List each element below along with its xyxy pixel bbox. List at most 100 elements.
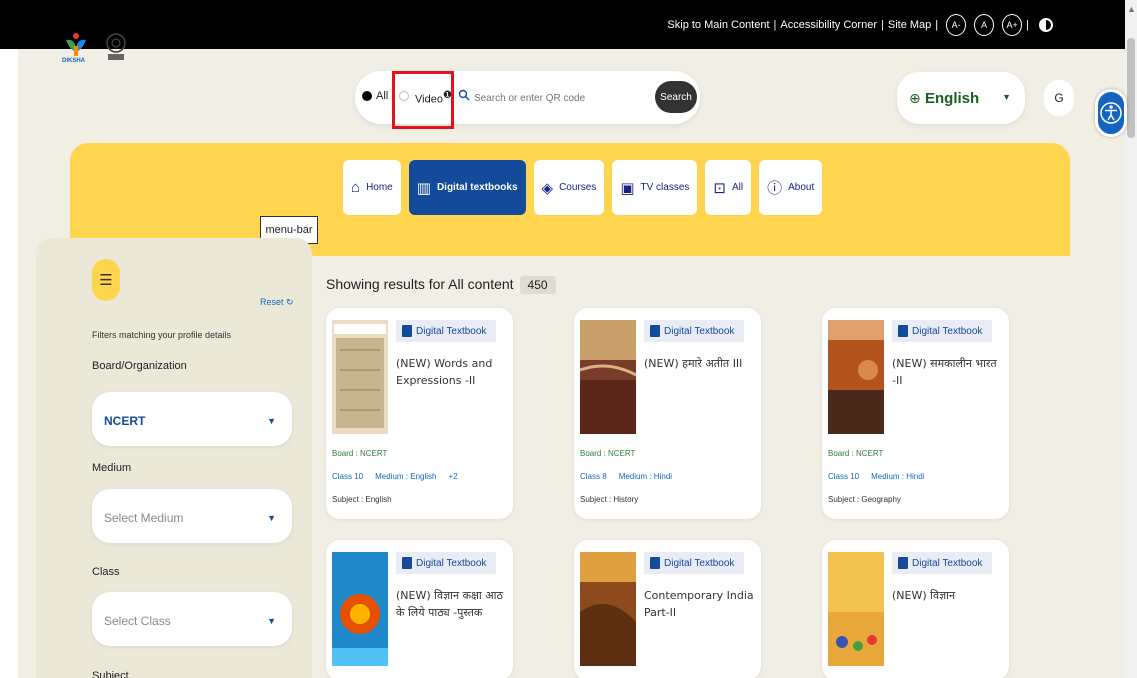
book-cover-image xyxy=(332,320,388,434)
medium-label: Medium xyxy=(92,462,132,474)
card-subject: Subject : Geography xyxy=(828,495,901,504)
tab-home-label: Home xyxy=(366,182,393,193)
all-radio-label[interactable]: All xyxy=(376,90,388,102)
font-reset-button[interactable]: A xyxy=(974,14,995,36)
reset-filters-link[interactable]: Reset ↻ xyxy=(260,297,294,308)
scroll-up-arrow-icon[interactable]: ▲ xyxy=(1127,4,1136,14)
class-select[interactable]: Select Class ▼ xyxy=(92,592,292,646)
book-icon xyxy=(402,325,412,337)
font-increase-button[interactable]: A+ xyxy=(1002,14,1023,36)
tab-tv-classes-label: TV classes xyxy=(640,182,690,193)
content-card[interactable]: Digital Textbook (NEW) विज्ञान xyxy=(822,540,1009,678)
diksha-logo[interactable]: DIKSHA xyxy=(62,30,142,71)
tag-label: Digital Textbook xyxy=(912,325,983,337)
filter-panel: ☰ Reset ↻ Filters matching your profile … xyxy=(36,238,312,678)
class-select-value: Select Class xyxy=(104,614,171,628)
reset-label[interactable]: Reset xyxy=(260,297,284,307)
tab-courses-label: Courses xyxy=(559,182,597,193)
language-label: English xyxy=(925,90,980,107)
book-icon xyxy=(650,557,660,569)
reset-icon[interactable]: ↻ xyxy=(286,297,294,307)
card-title: (NEW) विज्ञान कक्षा आठ के लिये पाठ्य -पु… xyxy=(396,589,503,619)
content-card[interactable]: Digital Textbook (NEW) विज्ञान कक्षा आठ … xyxy=(326,540,513,678)
user-avatar[interactable]: G xyxy=(1044,80,1074,116)
globe-icon: ⊕ xyxy=(909,90,921,106)
search-input[interactable] xyxy=(474,89,644,107)
card-class: Class 10 xyxy=(828,472,860,481)
home-icon: ⌂ xyxy=(351,179,361,196)
card-subject: Subject : English xyxy=(332,495,392,504)
digital-textbook-tag: Digital Textbook xyxy=(892,552,993,574)
content-card[interactable]: Digital Textbook (NEW) हमारे अतीत III Bo… xyxy=(574,308,761,519)
card-board: Board : NCERT xyxy=(580,449,636,458)
accessibility-corner-link[interactable]: Accessibility Corner xyxy=(780,19,877,31)
digital-textbook-tag: Digital Textbook xyxy=(892,320,993,342)
skip-to-main-link[interactable]: Skip to Main Content xyxy=(667,19,769,31)
card-title: Contemporary India Part-II xyxy=(644,589,754,619)
chevron-down-icon: ▼ xyxy=(267,616,276,626)
language-selector[interactable]: ⊕ English ▼ xyxy=(897,72,1025,124)
card-subject: Subject : History xyxy=(580,495,639,504)
tab-digital-textbooks-label: Digital textbooks xyxy=(436,182,518,193)
digital-textbook-tag: Digital Textbook xyxy=(396,320,497,342)
card-medium: Medium : English xyxy=(375,472,437,481)
book-cover-image xyxy=(580,552,636,666)
tv-icon: ▣ xyxy=(620,179,635,197)
tab-about-label: About xyxy=(788,182,815,193)
subject-label: Subject xyxy=(92,670,129,678)
book-cover-image xyxy=(580,320,636,434)
book-icon xyxy=(898,557,908,569)
accessibility-links: Skip to Main Content | Accessibility Cor… xyxy=(667,14,1053,36)
board-select-value: NCERT xyxy=(104,414,146,428)
content-card[interactable]: Digital Textbook (NEW) Words and Express… xyxy=(326,308,513,519)
card-class: Class 8 xyxy=(580,472,607,481)
logo-label: DIKSHA xyxy=(62,58,86,64)
book-icon xyxy=(402,557,412,569)
card-board: Board : NCERT xyxy=(828,449,884,458)
scrollbar-thumb[interactable] xyxy=(1127,38,1135,138)
card-board: Board : NCERT xyxy=(332,449,388,458)
card-class-medium: Class 8 Medium : Hindi xyxy=(580,472,684,481)
info-icon: ⓘ xyxy=(767,180,783,197)
tab-about[interactable]: ⓘ About xyxy=(759,160,823,215)
info-icon[interactable]: ❶ xyxy=(443,90,452,101)
tag-label: Digital Textbook xyxy=(664,325,735,337)
accessibility-widget-button[interactable] xyxy=(1095,89,1127,137)
tab-home[interactable]: ⌂ Home xyxy=(343,160,401,215)
medium-select[interactable]: Select Medium ▼ xyxy=(92,489,292,543)
tab-courses[interactable]: ◈ Courses xyxy=(533,160,605,215)
font-decrease-button[interactable]: A- xyxy=(946,14,967,36)
search-button[interactable]: Search xyxy=(655,81,697,113)
tab-tv-classes[interactable]: ▣ TV classes xyxy=(612,160,698,215)
board-select[interactable]: NCERT ▼ xyxy=(92,392,292,446)
video-radio[interactable] xyxy=(399,91,409,101)
all-radio[interactable] xyxy=(362,91,372,101)
menu-bar: ⌂ Home ▥ Digital textbooks ◈ Courses ▣ T… xyxy=(343,160,823,215)
class-label: Class xyxy=(92,566,120,578)
contrast-toggle-icon[interactable] xyxy=(1039,18,1053,32)
tab-all[interactable]: ⊡ All xyxy=(705,160,752,215)
content-card[interactable]: Digital Textbook (NEW) समकालीन भारत -II … xyxy=(822,308,1009,519)
content-card[interactable]: Digital Textbook Contemporary India Part… xyxy=(574,540,761,678)
results-heading-text: Showing results for All content xyxy=(326,276,514,292)
card-title: (NEW) हमारे अतीत III xyxy=(644,357,743,370)
courses-icon: ◈ xyxy=(541,179,554,197)
tag-label: Digital Textbook xyxy=(912,557,983,569)
search-icon xyxy=(458,88,470,106)
card-class-medium: Class 10 Medium : English +2 xyxy=(332,472,470,481)
digital-textbook-tag: Digital Textbook xyxy=(396,552,497,574)
tab-all-label: All xyxy=(731,182,744,193)
board-label: Board/Organization xyxy=(92,360,187,372)
tab-digital-textbooks[interactable]: ▥ Digital textbooks xyxy=(408,160,526,215)
card-extra: +2 xyxy=(448,472,458,481)
video-radio-label[interactable]: Video xyxy=(415,94,443,106)
site-map-link[interactable]: Site Map xyxy=(888,19,931,31)
book-cover-image xyxy=(332,552,388,666)
medium-select-value: Select Medium xyxy=(104,511,184,525)
book-icon xyxy=(898,325,908,337)
book-icon xyxy=(650,325,660,337)
video-radio-label-wrap[interactable]: Video❶ xyxy=(415,90,452,106)
filter-sliders-icon[interactable]: ☰ xyxy=(92,259,120,301)
chevron-down-icon: ▼ xyxy=(267,416,276,426)
tag-label: Digital Textbook xyxy=(416,557,487,569)
